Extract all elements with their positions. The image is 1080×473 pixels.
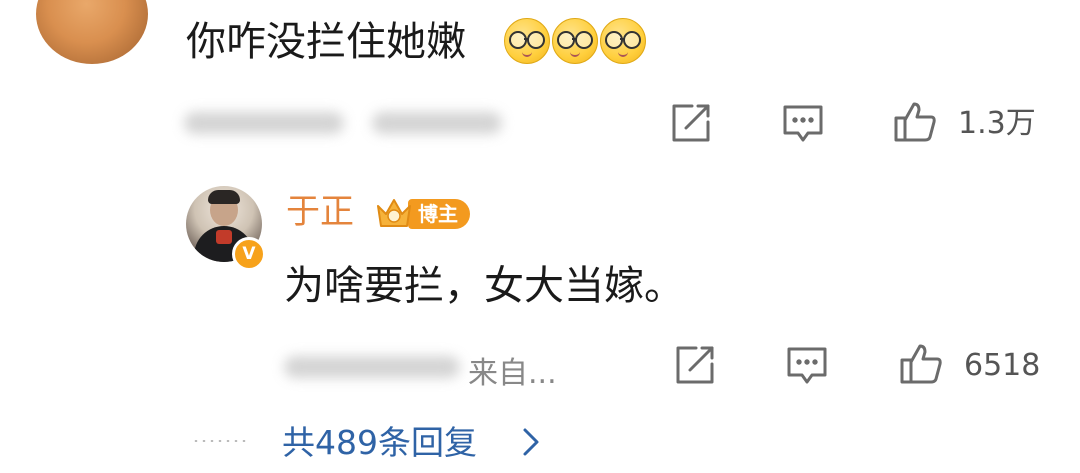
view-more-replies-link[interactable]: 共489条回复 [282,420,477,466]
repost-icon[interactable] [668,100,714,146]
reply-text: 为啥要拦，女大当嫁。 [284,263,684,309]
chevron-right-icon[interactable] [520,424,542,460]
reply-source-partial: 来自... [468,356,557,391]
blogger-badge-label: 博主 [408,199,470,229]
reply-comment-icon[interactable] [784,342,830,388]
redacted-reply-timestamp [284,356,460,378]
redacted-source [372,112,502,134]
crown-icon [374,194,414,234]
reply-like-count: 6518 [964,348,1041,383]
like-icon[interactable] [892,98,938,144]
blogger-badge: 博主 [374,194,470,234]
reply-repost-icon[interactable] [672,342,718,388]
comment-like-count: 1.3万 [958,106,1036,141]
reply-author-name[interactable]: 于正 [286,190,354,234]
dotted-divider [192,440,248,442]
glasses-emoji-icon [504,18,550,64]
comment-text: 你咋没拦住她嫩 [186,19,466,65]
verified-badge-icon: V [232,237,266,271]
emoji-row [504,18,646,66]
redacted-timestamp [184,112,344,134]
comment-icon[interactable] [780,100,826,146]
reply-like-icon[interactable] [898,340,944,386]
commenter-avatar[interactable] [36,0,148,64]
glasses-emoji-icon [600,18,646,64]
glasses-emoji-icon [552,18,598,64]
